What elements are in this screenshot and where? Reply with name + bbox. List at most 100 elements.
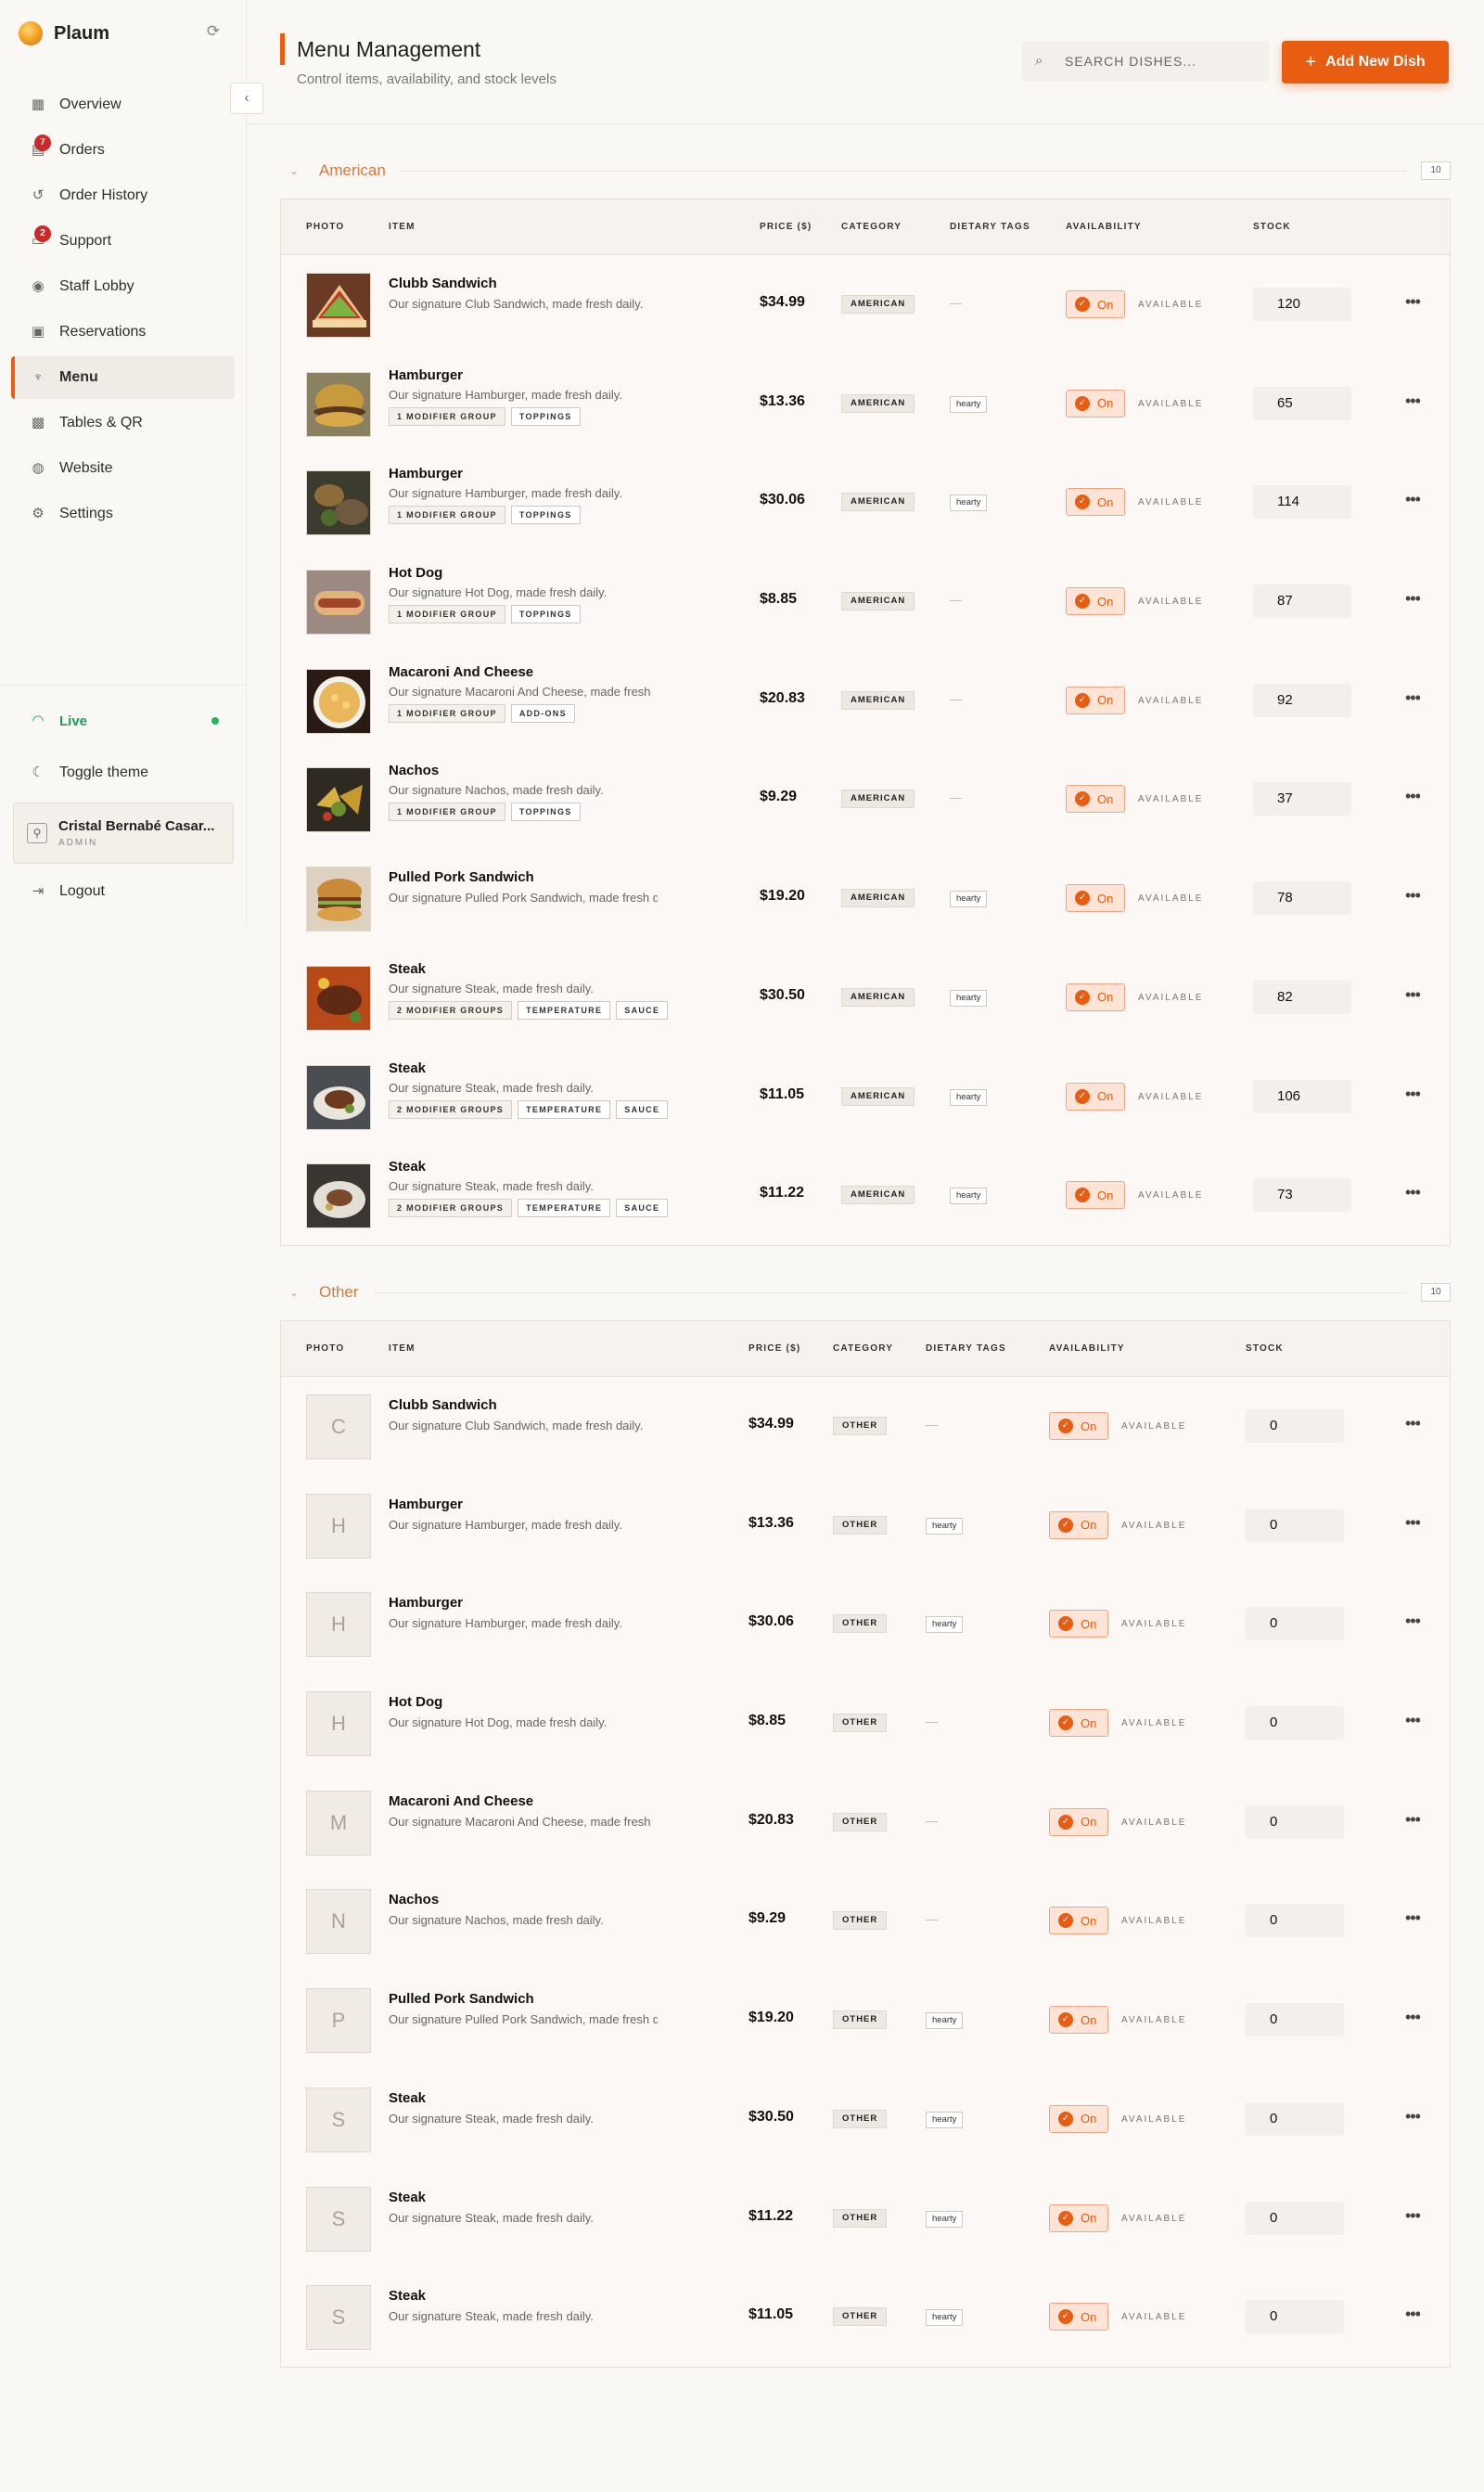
availability-toggle[interactable]: ✓ On: [1049, 1412, 1108, 1440]
availability-toggle[interactable]: ✓ On: [1066, 290, 1125, 318]
sidebar-item-settings[interactable]: ⚙ Settings: [11, 493, 235, 535]
dish-photo-placeholder[interactable]: N: [306, 1889, 371, 1955]
availability-toggle[interactable]: ✓ On: [1049, 1807, 1108, 1836]
refresh-icon[interactable]: ⟳: [204, 22, 223, 41]
toggle-theme-button[interactable]: ☾ Toggle theme: [30, 761, 148, 785]
dish-photo[interactable]: [306, 570, 371, 636]
stock-input[interactable]: 0: [1246, 1805, 1344, 1839]
more-options-icon[interactable]: •••: [1405, 2305, 1421, 2324]
more-options-icon[interactable]: •••: [1405, 886, 1421, 906]
stock-input[interactable]: 73: [1253, 1178, 1351, 1213]
sidebar-item-order-history[interactable]: ↺ Order History: [11, 174, 235, 217]
availability-toggle[interactable]: ✓ On: [1066, 983, 1125, 1011]
more-options-icon[interactable]: •••: [1405, 1612, 1421, 1631]
sidebar-item-staff-lobby[interactable]: ◉ Staff Lobby: [11, 265, 235, 308]
availability-toggle[interactable]: ✓ On: [1066, 488, 1125, 517]
stock-input[interactable]: 0: [1246, 2003, 1344, 2037]
dish-photo[interactable]: [306, 273, 371, 338]
stock-input[interactable]: 106: [1253, 1079, 1351, 1113]
table-row[interactable]: H Hot Dog Our signature Hot Dog, made fres…: [281, 1674, 1450, 1773]
availability-toggle[interactable]: ✓ On: [1066, 1181, 1125, 1210]
more-options-icon[interactable]: •••: [1405, 292, 1421, 312]
availability-toggle[interactable]: ✓ On: [1066, 785, 1125, 814]
sidebar-item-support[interactable]: ▭Support2: [11, 220, 235, 263]
more-options-icon[interactable]: •••: [1405, 1183, 1421, 1202]
table-row[interactable]: P Pulled Pork Sandwich Our signature Pulle…: [281, 1971, 1450, 2070]
dish-photo[interactable]: [306, 371, 371, 437]
stock-input[interactable]: 0: [1246, 1409, 1344, 1443]
availability-toggle[interactable]: ✓ On: [1049, 1709, 1108, 1738]
availability-toggle[interactable]: ✓ On: [1066, 1082, 1125, 1111]
table-row[interactable]: Hamburger Our signature Hamburger, made f…: [281, 354, 1450, 454]
availability-toggle[interactable]: ✓ On: [1049, 1510, 1108, 1539]
dish-photo[interactable]: [306, 470, 371, 536]
sidebar-item-website[interactable]: ◍ Website: [11, 447, 235, 490]
more-options-icon[interactable]: •••: [1405, 1711, 1421, 1730]
table-row[interactable]: S Steak Our signature Steak, made fresh da…: [281, 2070, 1450, 2169]
section-header-other[interactable]: ⌄ Other 10: [289, 1281, 1451, 1304]
availability-toggle[interactable]: ✓ On: [1049, 2006, 1108, 2035]
more-options-icon[interactable]: •••: [1405, 2008, 1421, 2027]
table-row[interactable]: Nachos Our signature Nachos, made fresh d…: [281, 750, 1450, 849]
availability-toggle[interactable]: ✓ On: [1066, 884, 1125, 913]
dish-photo-placeholder[interactable]: C: [306, 1394, 371, 1459]
table-row[interactable]: Hot Dog Our signature Hot Dog, made fresh…: [281, 552, 1450, 651]
stock-input[interactable]: 92: [1253, 683, 1351, 717]
stock-input[interactable]: 0: [1246, 2201, 1344, 2235]
more-options-icon[interactable]: •••: [1405, 1513, 1421, 1533]
brand[interactable]: Plaum: [19, 20, 109, 46]
table-row[interactable]: Hamburger Our signature Hamburger, made f…: [281, 453, 1450, 552]
table-row[interactable]: Steak Our signature Steak, made fresh dai…: [281, 1146, 1450, 1245]
more-options-icon[interactable]: •••: [1405, 1810, 1421, 1830]
dish-photo-placeholder[interactable]: S: [306, 2285, 371, 2351]
stock-input[interactable]: 65: [1253, 386, 1351, 420]
stock-input[interactable]: 0: [1246, 1607, 1344, 1641]
table-row[interactable]: H Hamburger Our signature Hamburger, made …: [281, 1574, 1450, 1674]
more-options-icon[interactable]: •••: [1405, 392, 1421, 411]
more-options-icon[interactable]: •••: [1405, 2206, 1421, 2226]
availability-toggle[interactable]: ✓ On: [1066, 686, 1125, 714]
sidebar-item-tables-qr[interactable]: ▩ Tables & QR: [11, 402, 235, 444]
dish-photo-placeholder[interactable]: S: [306, 2087, 371, 2152]
logout-button[interactable]: ⇥ Logout: [30, 880, 105, 904]
table-row[interactable]: N Nachos Our signature Nachos, made fresh …: [281, 1871, 1450, 1971]
dish-photo-placeholder[interactable]: P: [306, 1988, 371, 2054]
dish-photo[interactable]: [306, 965, 371, 1031]
search-box[interactable]: ⌕: [1022, 41, 1269, 82]
stock-input[interactable]: 0: [1246, 1508, 1344, 1542]
dish-photo[interactable]: [306, 1064, 371, 1130]
more-options-icon[interactable]: •••: [1405, 787, 1421, 806]
dish-photo[interactable]: [306, 668, 371, 734]
table-row[interactable]: Steak Our signature Steak, made fresh dai…: [281, 1047, 1450, 1147]
more-options-icon[interactable]: •••: [1405, 490, 1421, 509]
availability-toggle[interactable]: ✓ On: [1049, 2104, 1108, 2133]
availability-toggle[interactable]: ✓ On: [1049, 1610, 1108, 1638]
availability-toggle[interactable]: ✓ On: [1049, 2203, 1108, 2232]
dish-photo-placeholder[interactable]: M: [306, 1790, 371, 1856]
sidebar-item-orders[interactable]: ▤Orders7: [11, 129, 235, 172]
stock-input[interactable]: 0: [1246, 1706, 1344, 1741]
stock-input[interactable]: 0: [1246, 1904, 1344, 1938]
dish-photo[interactable]: [306, 867, 371, 932]
table-row[interactable]: Clubb Sandwich Our signature Club Sandwic…: [281, 255, 1450, 354]
more-options-icon[interactable]: •••: [1405, 985, 1421, 1005]
user-card[interactable]: ⚲ Cristal Bernabé Casar... ADMIN: [13, 803, 234, 864]
dish-photo[interactable]: [306, 767, 371, 833]
availability-toggle[interactable]: ✓ On: [1049, 1907, 1108, 1935]
more-options-icon[interactable]: •••: [1405, 2107, 1421, 2126]
chevron-down-icon[interactable]: ⌄: [289, 1286, 302, 1299]
sidebar-item-menu[interactable]: ♆ Menu: [11, 356, 235, 399]
table-row[interactable]: C Clubb Sandwich Our signature Club Sandwi…: [281, 1377, 1450, 1476]
stock-input[interactable]: 37: [1253, 782, 1351, 816]
chevron-down-icon[interactable]: ⌄: [289, 164, 302, 177]
stock-input[interactable]: 82: [1253, 980, 1351, 1014]
stock-input[interactable]: 114: [1253, 485, 1351, 520]
stock-input[interactable]: 0: [1246, 2300, 1344, 2334]
stock-input[interactable]: 120: [1253, 288, 1351, 321]
sidebar-item-reservations[interactable]: ▣ Reservations: [11, 311, 235, 353]
stock-input[interactable]: 78: [1253, 881, 1351, 916]
dish-photo-placeholder[interactable]: H: [306, 1493, 371, 1559]
section-header-american[interactable]: ⌄ American 10: [289, 160, 1451, 182]
dish-photo[interactable]: [306, 1163, 371, 1229]
availability-toggle[interactable]: ✓ On: [1066, 587, 1125, 616]
